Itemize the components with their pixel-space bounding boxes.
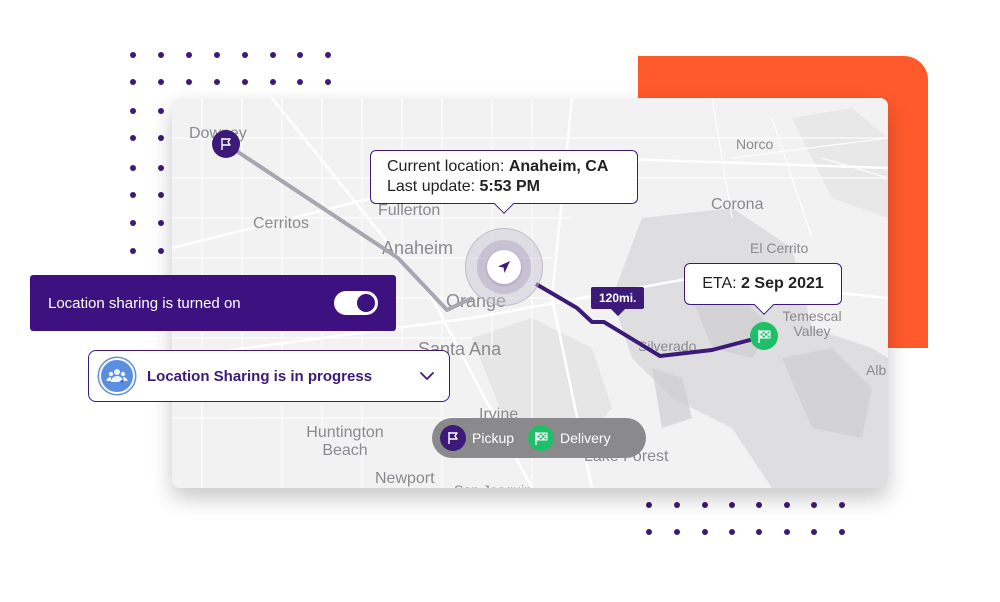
place-label-newport: Newport: [375, 470, 435, 487]
decorative-dot: [702, 502, 708, 508]
decorative-dot: [242, 79, 248, 85]
eta-value: 2 Sep 2021: [741, 275, 824, 292]
decorative-dot: [646, 529, 652, 535]
decorative-dot: [158, 165, 164, 171]
decorative-dot: [756, 529, 762, 535]
pickup-pin[interactable]: [212, 130, 240, 158]
decorative-dot: [130, 165, 136, 171]
decorative-dot: [839, 529, 845, 535]
location-sharing-progress-dropdown[interactable]: Location Sharing is in progress: [88, 350, 450, 402]
current-location-tooltip: Current location: Anaheim, CA Last updat…: [370, 150, 638, 214]
toggle-knob: [357, 294, 375, 312]
flag-icon: [440, 425, 466, 451]
decorative-dot: [674, 529, 680, 535]
decorative-dot: [186, 52, 192, 58]
place-label-alb: Alb: [866, 362, 887, 378]
location-sharing-bar: Location sharing is turned on: [30, 275, 396, 331]
location-sharing-toggle[interactable]: [334, 291, 378, 315]
decorative-dot: [130, 248, 136, 254]
decorative-dot: [784, 529, 790, 535]
eta-tooltip: ETA: 2 Sep 2021: [684, 263, 842, 315]
decorative-dot: [242, 52, 248, 58]
last-update-value: 5:53 PM: [479, 178, 540, 195]
decorative-dot: [130, 220, 136, 226]
legend-delivery: Delivery: [528, 425, 611, 451]
decorative-dot: [214, 52, 220, 58]
navigation-arrow-icon: [498, 261, 510, 273]
decorative-dot: [130, 108, 136, 114]
distance-badge: 120mi.: [591, 287, 645, 317]
decorative-dot: [674, 502, 680, 508]
decorative-dot: [297, 52, 303, 58]
flag-icon: [221, 138, 231, 150]
decorative-dot: [811, 502, 817, 508]
decorative-dot: [325, 79, 331, 85]
decorative-dot: [158, 220, 164, 226]
map-legend: Pickup Delivery: [432, 418, 646, 458]
decorative-dot: [297, 79, 303, 85]
place-label-san-joaquin: San Joaquin: [454, 481, 532, 488]
place-label-fullerton: Fullerton: [378, 202, 441, 219]
place-label-silverado: Silverado: [638, 338, 697, 354]
decorative-dot: [756, 502, 762, 508]
decorative-dot: [158, 79, 164, 85]
decorative-dot: [729, 529, 735, 535]
decorative-dot: [729, 502, 735, 508]
decorative-dot: [784, 502, 790, 508]
decorative-dot: [702, 529, 708, 535]
place-label-el-cerrito: El Cerrito: [750, 240, 809, 256]
decorative-dot: [158, 135, 164, 141]
group-location-icon: [99, 358, 135, 394]
place-label-anaheim: Anaheim: [382, 238, 454, 258]
location-sharing-label: Location sharing is turned on: [48, 294, 241, 312]
decorative-dot: [158, 108, 164, 114]
place-label-corona: Corona: [711, 196, 764, 213]
delivery-pin[interactable]: [750, 322, 778, 350]
decorative-dot: [811, 529, 817, 535]
legend-pickup: Pickup: [440, 425, 514, 451]
place-label-temescal-valley: Temescal Valley: [782, 308, 842, 339]
progress-label: Location Sharing is in progress: [147, 367, 373, 385]
decorative-dot: [270, 52, 276, 58]
decorative-dot: [130, 52, 136, 58]
checkered-flag-icon: [528, 425, 555, 451]
decorative-dot: [839, 502, 845, 508]
current-location-value: Anaheim, CA: [508, 158, 609, 175]
decorative-dot: [325, 52, 331, 58]
decorative-dot: [646, 502, 652, 508]
place-label-norco: Norco: [736, 136, 774, 152]
place-label-cerritos: Cerritos: [253, 215, 310, 232]
checkered-flag-icon: [757, 329, 770, 343]
decorative-dot: [214, 79, 220, 85]
decorative-dot: [158, 192, 164, 198]
decorative-dot: [130, 79, 136, 85]
decorative-dot: [186, 79, 192, 85]
current-location-marker[interactable]: [465, 228, 543, 306]
decorative-dot: [130, 192, 136, 198]
current-location-line: Current location: Anaheim, CA: [387, 158, 609, 175]
decorative-dot: [270, 79, 276, 85]
decorative-dot: [158, 248, 164, 254]
place-label-huntington-beach: Huntington Beach: [306, 424, 384, 459]
chevron-down-icon[interactable]: [417, 366, 437, 386]
decorative-dot: [130, 135, 136, 141]
decorative-dot: [158, 52, 164, 58]
